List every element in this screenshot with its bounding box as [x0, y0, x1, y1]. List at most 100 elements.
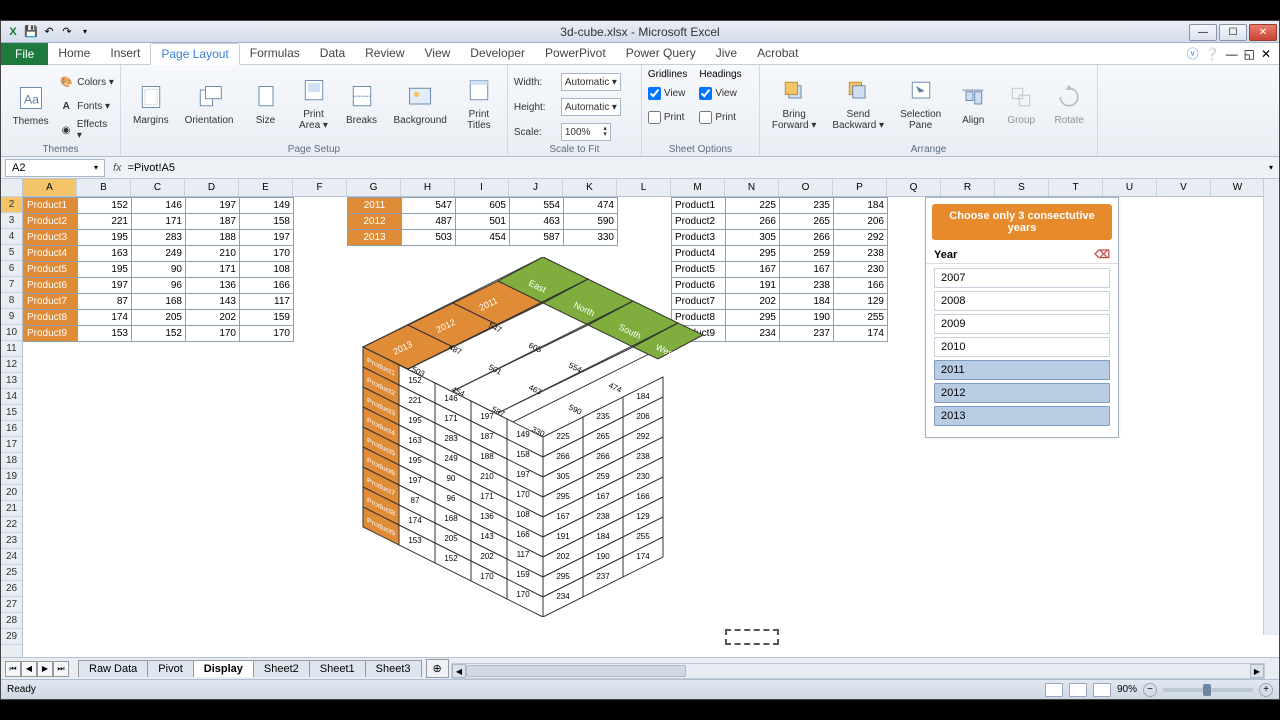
clear-filter-icon[interactable]: ⌫ — [1094, 248, 1110, 261]
tab-insert[interactable]: Insert — [100, 43, 150, 64]
formula-bar: A2▾ fx ▾ — [1, 157, 1279, 179]
sheet-tab-sheet2[interactable]: Sheet2 — [253, 660, 310, 677]
tab-nav-last[interactable]: ⏭ — [53, 661, 69, 677]
svg-text:292: 292 — [636, 432, 650, 441]
print-titles-button[interactable]: Print Titles — [457, 67, 501, 139]
gridlines-print-checkbox[interactable]: Print — [648, 106, 687, 128]
slicer-item-2011[interactable]: 2011 — [934, 360, 1110, 380]
qat-dropdown-icon[interactable]: ▾ — [77, 24, 93, 40]
sheet-tab-pivot[interactable]: Pivot — [147, 660, 193, 677]
gridlines-view-checkbox[interactable]: View — [648, 82, 687, 104]
slicer-item-2010[interactable]: 2010 — [934, 337, 1110, 357]
status-ready: Ready — [7, 684, 36, 695]
table-years[interactable]: 2011547605554474201248750146359020135034… — [347, 197, 618, 246]
tab-acrobat[interactable]: Acrobat — [747, 43, 808, 64]
tab-data[interactable]: Data — [310, 43, 355, 64]
normal-view-button[interactable] — [1045, 683, 1063, 697]
formula-input[interactable] — [128, 159, 1259, 177]
row-headers[interactable]: 2345678910111213141516171819202122232425… — [1, 179, 23, 657]
vertical-scrollbar[interactable] — [1263, 179, 1279, 635]
svg-text:249: 249 — [444, 454, 458, 463]
new-sheet-icon[interactable]: ⊕ — [426, 659, 449, 678]
sheet-tab-sheet1[interactable]: Sheet1 — [309, 660, 366, 677]
cube-chart[interactable]: 2013 2012 2011 East North South West — [333, 257, 713, 617]
expand-formula-icon[interactable]: ▾ — [1263, 163, 1279, 172]
slicer-item-2012[interactable]: 2012 — [934, 383, 1110, 403]
tab-home[interactable]: Home — [48, 43, 100, 64]
save-icon[interactable]: 💾 — [23, 24, 39, 40]
margins-button[interactable]: Margins — [127, 67, 175, 139]
align-button[interactable]: Align — [951, 67, 995, 139]
file-tab[interactable]: File — [1, 43, 48, 65]
themes-button[interactable]: Aa Themes — [7, 68, 54, 140]
rotate-button[interactable]: Rotate — [1047, 67, 1091, 139]
year-slicer[interactable]: Choose only 3 consectutive years Year⌫ 2… — [925, 197, 1119, 438]
app-restore-icon[interactable]: ◱ — [1244, 47, 1255, 61]
zoom-slider[interactable] — [1163, 688, 1253, 692]
tab-powerpivot[interactable]: PowerPivot — [535, 43, 616, 64]
svg-text:87: 87 — [411, 496, 420, 505]
height-label: Height: — [514, 102, 558, 113]
column-headers[interactable]: ABCDEFGHIJKLMNOPQRSTUVW — [23, 179, 1279, 197]
redo-icon[interactable]: ↷ — [59, 24, 75, 40]
svg-text:265: 265 — [596, 432, 610, 441]
sheet-tab-raw-data[interactable]: Raw Data — [78, 660, 148, 677]
headings-label: Headings — [699, 69, 741, 80]
slicer-item-2009[interactable]: 2009 — [934, 314, 1110, 334]
bring-forward-button[interactable]: Bring Forward ▾ — [766, 67, 822, 139]
minimize-ribbon-icon[interactable]: ⓥ — [1187, 45, 1199, 62]
svg-text:163: 163 — [408, 436, 422, 445]
tab-nav-next[interactable]: ▶ — [37, 661, 53, 677]
print-area-button[interactable]: Print Area ▾ — [292, 67, 336, 139]
slicer-item-2007[interactable]: 2007 — [934, 268, 1110, 288]
gridlines-label: Gridlines — [648, 69, 687, 80]
app-minimize-icon[interactable]: — — [1226, 47, 1238, 61]
page-layout-view-button[interactable] — [1069, 683, 1087, 697]
slicer-item-2013[interactable]: 2013 — [934, 406, 1110, 426]
scale-spinner[interactable]: 100%▴▾ — [561, 123, 611, 141]
maximize-button[interactable]: ☐ — [1219, 24, 1247, 41]
zoom-out-button[interactable]: − — [1143, 683, 1157, 697]
tab-view[interactable]: View — [415, 43, 461, 64]
sheet-tab-sheet3[interactable]: Sheet3 — [365, 660, 422, 677]
breaks-button[interactable]: Breaks — [340, 67, 384, 139]
svg-text:590: 590 — [567, 403, 583, 417]
help-icon[interactable]: ❔ — [1205, 47, 1220, 61]
tab-formulas[interactable]: Formulas — [240, 43, 310, 64]
table-products-left[interactable]: Product1152146197149Product2221171187158… — [23, 197, 294, 342]
fonts-button[interactable]: AFonts ▾ — [58, 95, 114, 117]
undo-icon[interactable]: ↶ — [41, 24, 57, 40]
height-dropdown[interactable]: Automatic▾ — [561, 98, 621, 116]
tab-nav-first[interactable]: ⏮ — [5, 661, 21, 677]
slicer-item-2008[interactable]: 2008 — [934, 291, 1110, 311]
zoom-level[interactable]: 90% — [1117, 684, 1137, 695]
headings-view-checkbox[interactable]: View — [699, 82, 741, 104]
app-close-icon[interactable]: ✕ — [1261, 47, 1271, 61]
tab-power-query[interactable]: Power Query — [616, 43, 706, 64]
headings-print-checkbox[interactable]: Print — [699, 106, 741, 128]
orientation-button[interactable]: Orientation — [179, 67, 240, 139]
size-button[interactable]: Size — [244, 67, 288, 139]
width-dropdown[interactable]: Automatic▾ — [561, 73, 621, 91]
selection-pane-button[interactable]: Selection Pane — [894, 67, 947, 139]
fx-icon[interactable]: fx — [113, 162, 122, 174]
effects-button[interactable]: ◉Effects ▾ — [58, 119, 114, 141]
tab-developer[interactable]: Developer — [460, 43, 535, 64]
tab-jive[interactable]: Jive — [706, 43, 747, 64]
background-button[interactable]: Background — [388, 67, 453, 139]
sheet-tab-display[interactable]: Display — [193, 660, 254, 677]
svg-text:266: 266 — [556, 452, 570, 461]
zoom-in-button[interactable]: + — [1259, 683, 1273, 697]
close-button[interactable]: ✕ — [1249, 24, 1277, 41]
page-break-view-button[interactable] — [1093, 683, 1111, 697]
tab-page-layout[interactable]: Page Layout — [150, 43, 239, 65]
tab-nav-prev[interactable]: ◀ — [21, 661, 37, 677]
minimize-button[interactable]: — — [1189, 24, 1217, 41]
colors-button[interactable]: 🎨Colors ▾ — [58, 71, 114, 93]
svg-text:188: 188 — [480, 452, 494, 461]
send-backward-button[interactable]: Send Backward ▾ — [826, 67, 890, 139]
tab-review[interactable]: Review — [355, 43, 414, 64]
group-button[interactable]: Group — [999, 67, 1043, 139]
name-box[interactable]: A2▾ — [5, 159, 105, 177]
horizontal-scrollbar[interactable]: ◀▶ — [451, 663, 1265, 679]
